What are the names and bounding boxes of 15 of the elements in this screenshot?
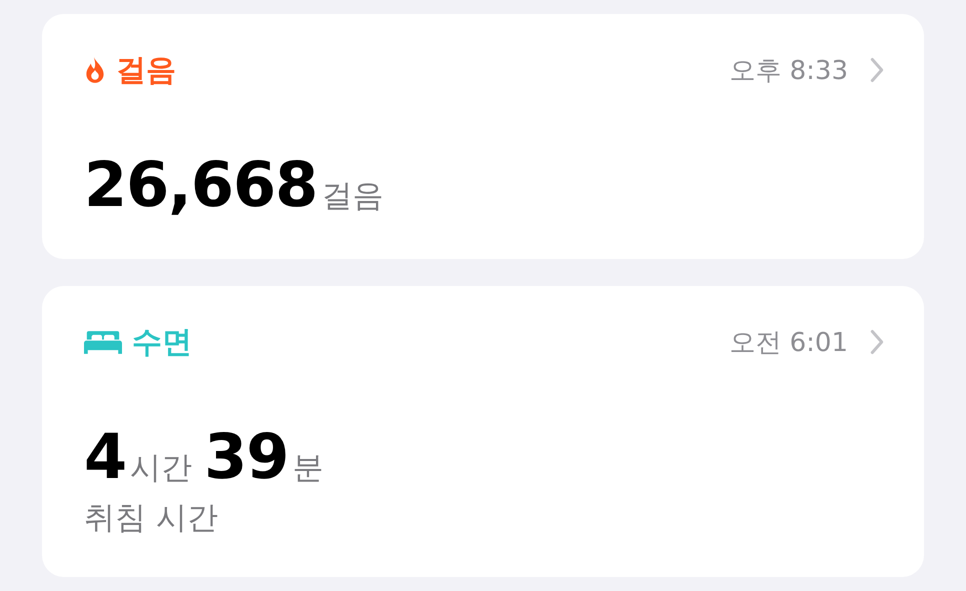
value-number: 4 [84, 420, 126, 493]
value-unit: 시간 [130, 449, 192, 488]
chevron-icon [870, 329, 884, 355]
card-title: 걸음 [116, 52, 176, 90]
value-caption: 취침 시간 [84, 499, 219, 538]
summary-card[interactable]: 걸음 오후 8:33 26,668 걸음 [42, 14, 924, 259]
value-number: 26,668 [84, 148, 318, 221]
timestamp: 오후 8:33 [729, 54, 848, 88]
value-unit: 걸음 [321, 177, 384, 216]
summary-card[interactable]: 수면 오전 6:01 4 시간 39 분 취침 시간 [42, 286, 924, 577]
card-title: 수면 [132, 324, 192, 362]
value-number: 39 [204, 420, 288, 493]
chevron-icon [870, 57, 884, 83]
timestamp: 오전 6:01 [729, 326, 848, 360]
value-unit: 분 [292, 449, 324, 488]
